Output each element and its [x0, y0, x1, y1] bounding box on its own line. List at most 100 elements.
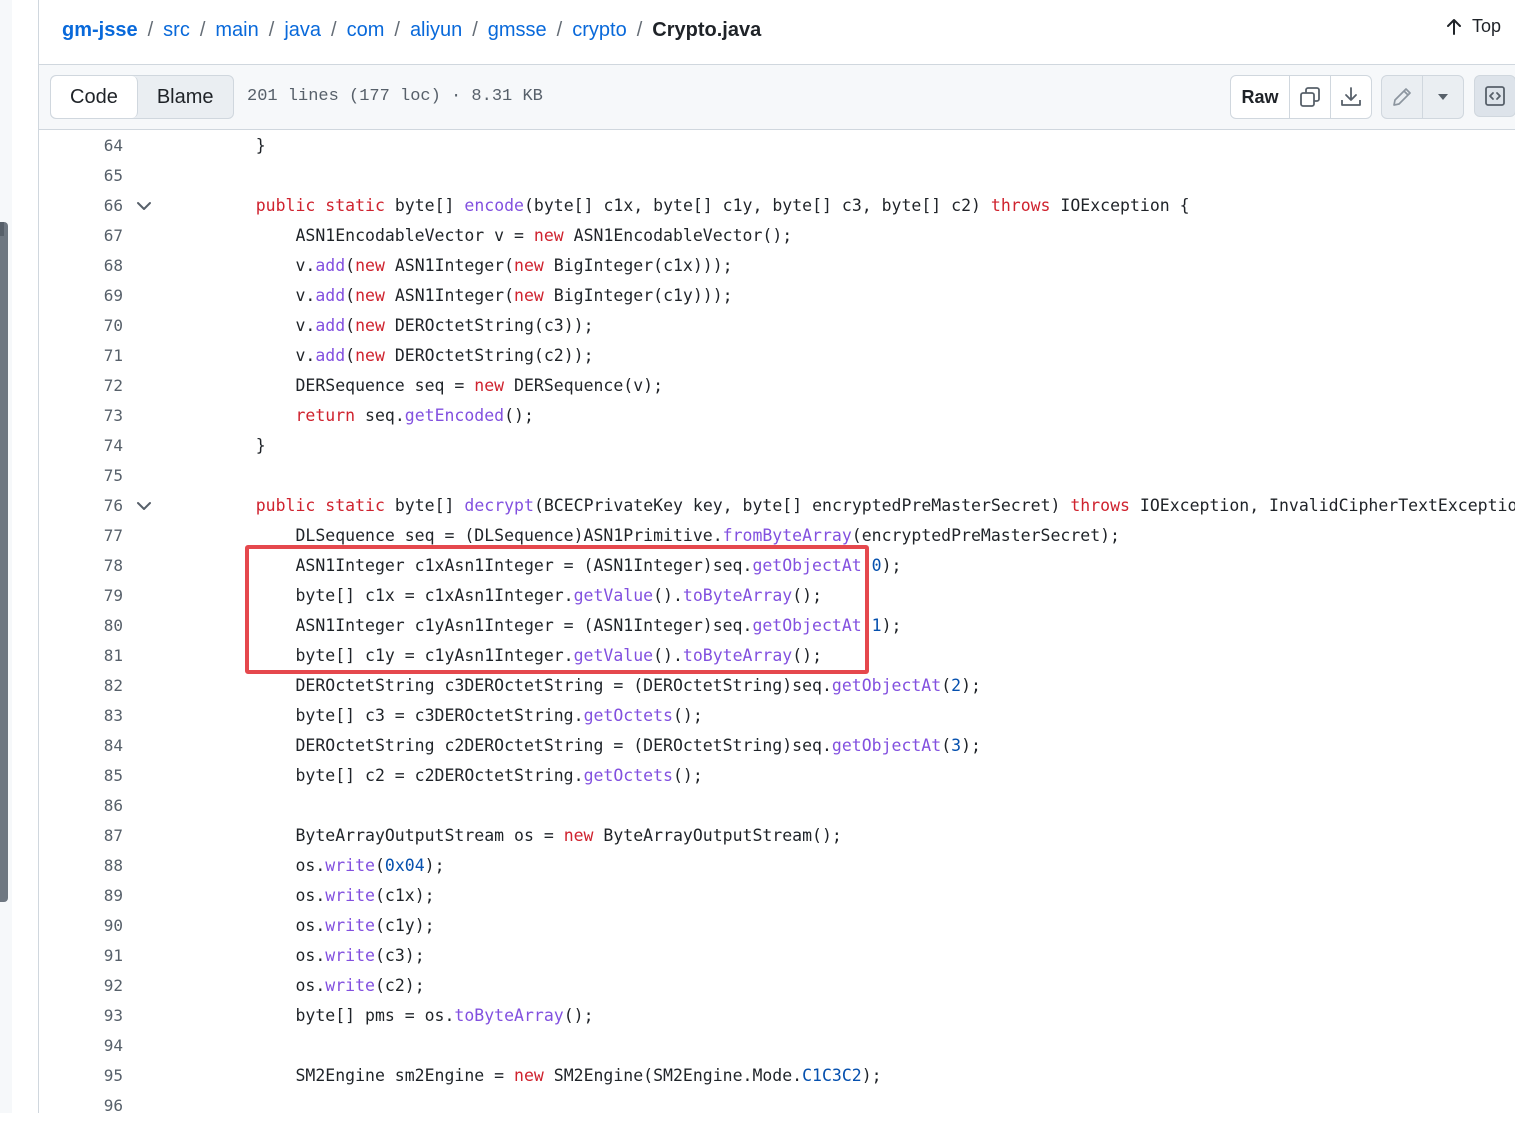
line-code: os.write(c1y); — [216, 916, 435, 935]
file-header: Code Blame 201 lines (177 loc) · 8.31 KB… — [39, 64, 1515, 130]
line-number[interactable]: 86 — [39, 791, 123, 821]
breadcrumb-link-crypto[interactable]: crypto — [572, 19, 626, 42]
line-number[interactable]: 75 — [39, 461, 123, 491]
breadcrumb-separator: / — [636, 18, 643, 41]
code-line: 79 byte[] c1x = c1xAsn1Integer.getValue(… — [39, 581, 1515, 611]
raw-button[interactable]: Raw — [1231, 76, 1290, 118]
line-code: byte[] c3 = c3DEROctetString.getOctets()… — [216, 706, 703, 725]
line-code: ASN1EncodableVector v = new ASN1Encodabl… — [216, 226, 793, 245]
line-code: v.add(new ASN1Integer(new BigInteger(c1y… — [216, 286, 733, 305]
code-line: 76 public static byte[] decrypt(BCECPriv… — [39, 491, 1515, 521]
breadcrumb-separator: / — [147, 18, 154, 41]
symbols-panel-button[interactable] — [1474, 75, 1515, 117]
line-number[interactable]: 79 — [39, 581, 123, 611]
code-line: 84 DEROctetString c2DEROctetString = (DE… — [39, 731, 1515, 761]
line-number[interactable]: 71 — [39, 341, 123, 371]
line-number[interactable]: 81 — [39, 641, 123, 671]
line-number[interactable]: 93 — [39, 1001, 123, 1031]
line-code: os.write(c3); — [216, 946, 425, 965]
panel-resize-handle[interactable] — [0, 222, 4, 236]
top-link[interactable]: Top — [1446, 16, 1501, 37]
line-number[interactable]: 73 — [39, 401, 123, 431]
line-number[interactable]: 76 — [39, 491, 123, 521]
line-number[interactable]: 69 — [39, 281, 123, 311]
line-number[interactable]: 80 — [39, 611, 123, 641]
panel-scrollbar[interactable] — [0, 222, 8, 902]
code-line: 67 ASN1EncodableVector v = new ASN1Encod… — [39, 221, 1515, 251]
breadcrumb-link-gmsse[interactable]: gmsse — [488, 19, 547, 42]
line-number[interactable]: 91 — [39, 941, 123, 971]
line-number[interactable]: 95 — [39, 1061, 123, 1091]
breadcrumb-link-java[interactable]: java — [284, 19, 321, 42]
breadcrumb-link-com[interactable]: com — [347, 19, 385, 42]
breadcrumb-separator: / — [472, 18, 478, 41]
code-line: 65 — [39, 161, 1515, 191]
download-icon — [1341, 87, 1361, 106]
chevron-down-icon[interactable] — [135, 197, 153, 215]
line-number[interactable]: 74 — [39, 431, 123, 461]
code-line: 96 — [39, 1091, 1515, 1121]
line-code: byte[] c1x = c1xAsn1Integer.getValue().t… — [216, 586, 823, 605]
line-number[interactable]: 94 — [39, 1031, 123, 1061]
code-line: 64 } — [39, 131, 1515, 161]
more-edit-options-button[interactable] — [1423, 76, 1463, 118]
tab-blame[interactable]: Blame — [138, 76, 233, 118]
line-number[interactable]: 89 — [39, 881, 123, 911]
code-line: 75 — [39, 461, 1515, 491]
line-number[interactable]: 67 — [39, 221, 123, 251]
download-button[interactable] — [1331, 76, 1371, 118]
line-code: public static byte[] encode(byte[] c1x, … — [255, 196, 1190, 215]
code-line: 82 DEROctetString c3DEROctetString = (DE… — [39, 671, 1515, 701]
line-number[interactable]: 82 — [39, 671, 123, 701]
line-number[interactable]: 77 — [39, 521, 123, 551]
breadcrumb-link-aliyun[interactable]: aliyun — [410, 19, 462, 42]
edit-button-group — [1381, 75, 1464, 119]
code-line: 71 v.add(new DEROctetString(c2)); — [39, 341, 1515, 371]
line-number[interactable]: 64 — [39, 131, 123, 161]
breadcrumb-link-main[interactable]: main — [215, 19, 258, 42]
line-code: v.add(new DEROctetString(c2)); — [216, 346, 594, 365]
raw-button-group: Raw — [1230, 75, 1372, 119]
line-number[interactable]: 90 — [39, 911, 123, 941]
line-number[interactable]: 68 — [39, 251, 123, 281]
breadcrumb-link-src[interactable]: src — [163, 19, 190, 42]
line-number[interactable]: 85 — [39, 761, 123, 791]
line-number[interactable]: 70 — [39, 311, 123, 341]
chevron-down-icon[interactable] — [135, 497, 153, 515]
code-view[interactable]: 64 } 65 66 public static byte[] encode(byt… — [39, 131, 1515, 1121]
line-code: public static byte[] decrypt(BCECPrivate… — [255, 496, 1515, 515]
line-number[interactable]: 83 — [39, 701, 123, 731]
line-number[interactable]: 88 — [39, 851, 123, 881]
line-code: DEROctetString c3DEROctetString = (DEROc… — [216, 676, 981, 695]
code-line: 86 — [39, 791, 1515, 821]
copy-raw-button[interactable] — [1290, 76, 1331, 118]
code-line: 69 v.add(new ASN1Integer(new BigInteger(… — [39, 281, 1515, 311]
pencil-icon — [1393, 88, 1411, 106]
line-code: ASN1Integer c1yAsn1Integer = (ASN1Intege… — [216, 616, 902, 635]
line-number[interactable]: 84 — [39, 731, 123, 761]
line-number[interactable]: 92 — [39, 971, 123, 1001]
top-link-label: Top — [1471, 16, 1501, 36]
line-number[interactable]: 72 — [39, 371, 123, 401]
code-line: 80 ASN1Integer c1yAsn1Integer = (ASN1Int… — [39, 611, 1515, 641]
line-number[interactable]: 87 — [39, 821, 123, 851]
breadcrumb-repo-link[interactable]: gm-jsse — [62, 19, 138, 42]
line-code: DEROctetString c2DEROctetString = (DEROc… — [216, 736, 981, 755]
line-code: os.write(c2); — [216, 976, 425, 995]
line-code: byte[] c2 = c2DEROctetString.getOctets()… — [216, 766, 703, 785]
line-number[interactable]: 66 — [39, 191, 123, 221]
line-code: DLSequence seq = (DLSequence)ASN1Primiti… — [216, 526, 1120, 545]
line-number[interactable]: 65 — [39, 161, 123, 191]
code-line: 94 — [39, 1031, 1515, 1061]
code-line: 72 DERSequence seq = new DERSequence(v); — [39, 371, 1515, 401]
code-line: 83 byte[] c3 = c3DEROctetString.getOctet… — [39, 701, 1515, 731]
code-line: 66 public static byte[] encode(byte[] c1… — [39, 191, 1515, 221]
line-number[interactable]: 78 — [39, 551, 123, 581]
line-code: ASN1Integer c1xAsn1Integer = (ASN1Intege… — [216, 556, 902, 575]
arrow-up-icon — [1446, 18, 1461, 35]
tab-code[interactable]: Code — [51, 76, 138, 118]
edit-file-button[interactable] — [1382, 76, 1423, 118]
line-code: v.add(new ASN1Integer(new BigInteger(c1x… — [216, 256, 733, 275]
line-number[interactable]: 96 — [39, 1091, 123, 1121]
line-code: os.write(c1x); — [216, 886, 435, 905]
